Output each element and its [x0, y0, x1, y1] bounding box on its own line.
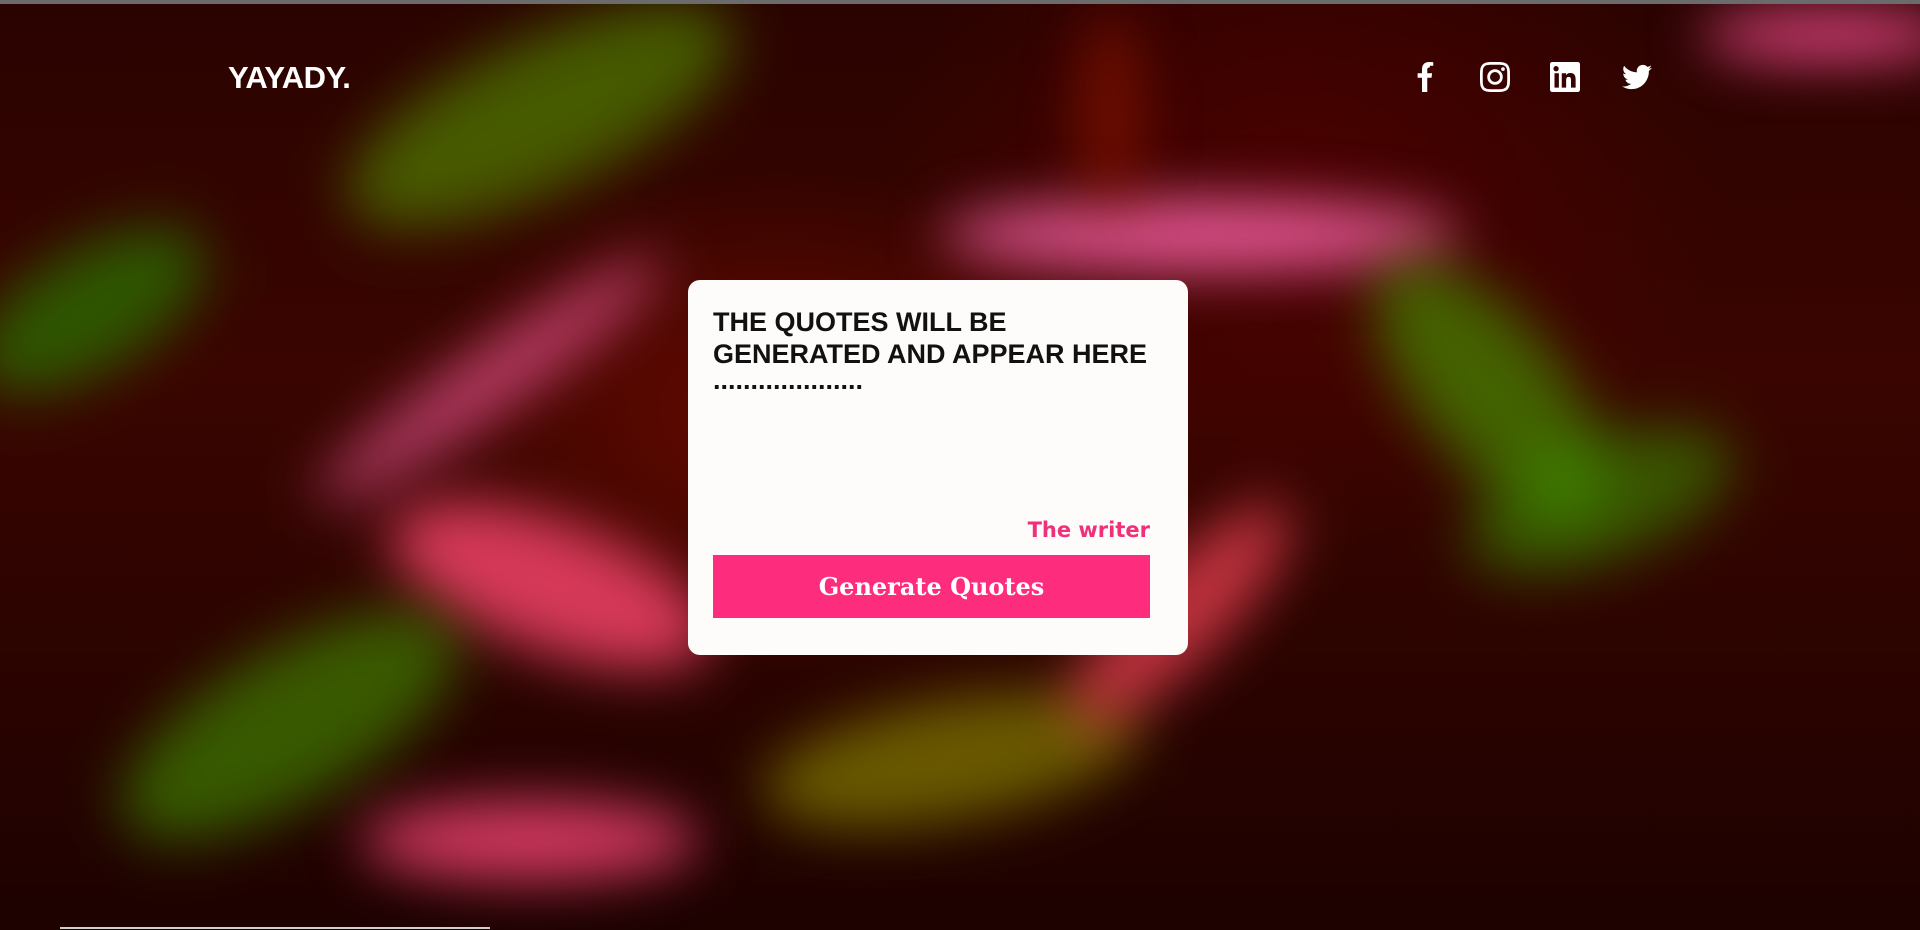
twitter-link[interactable]	[1622, 62, 1652, 92]
social-links	[1412, 62, 1652, 92]
quote-author: The writer	[1027, 518, 1150, 542]
instagram-link[interactable]	[1480, 62, 1510, 92]
generate-quotes-button[interactable]: Generate Quotes	[713, 555, 1150, 618]
brand-logo[interactable]: YAYADY.	[228, 60, 351, 96]
instagram-icon	[1480, 62, 1510, 92]
facebook-link[interactable]	[1412, 62, 1442, 92]
quote-ellipsis: ....................	[713, 365, 864, 395]
twitter-icon	[1622, 64, 1652, 90]
facebook-icon	[1417, 62, 1434, 92]
linkedin-icon	[1550, 62, 1580, 92]
quote-text: THE QUOTES WILL BE GENERATED AND APPEAR …	[713, 307, 1148, 369]
quote-card: THE QUOTES WILL BE GENERATED AND APPEAR …	[688, 280, 1188, 655]
browser-top-strip	[0, 0, 1920, 4]
scrollbar-hint	[60, 927, 490, 929]
linkedin-link[interactable]	[1550, 62, 1580, 92]
